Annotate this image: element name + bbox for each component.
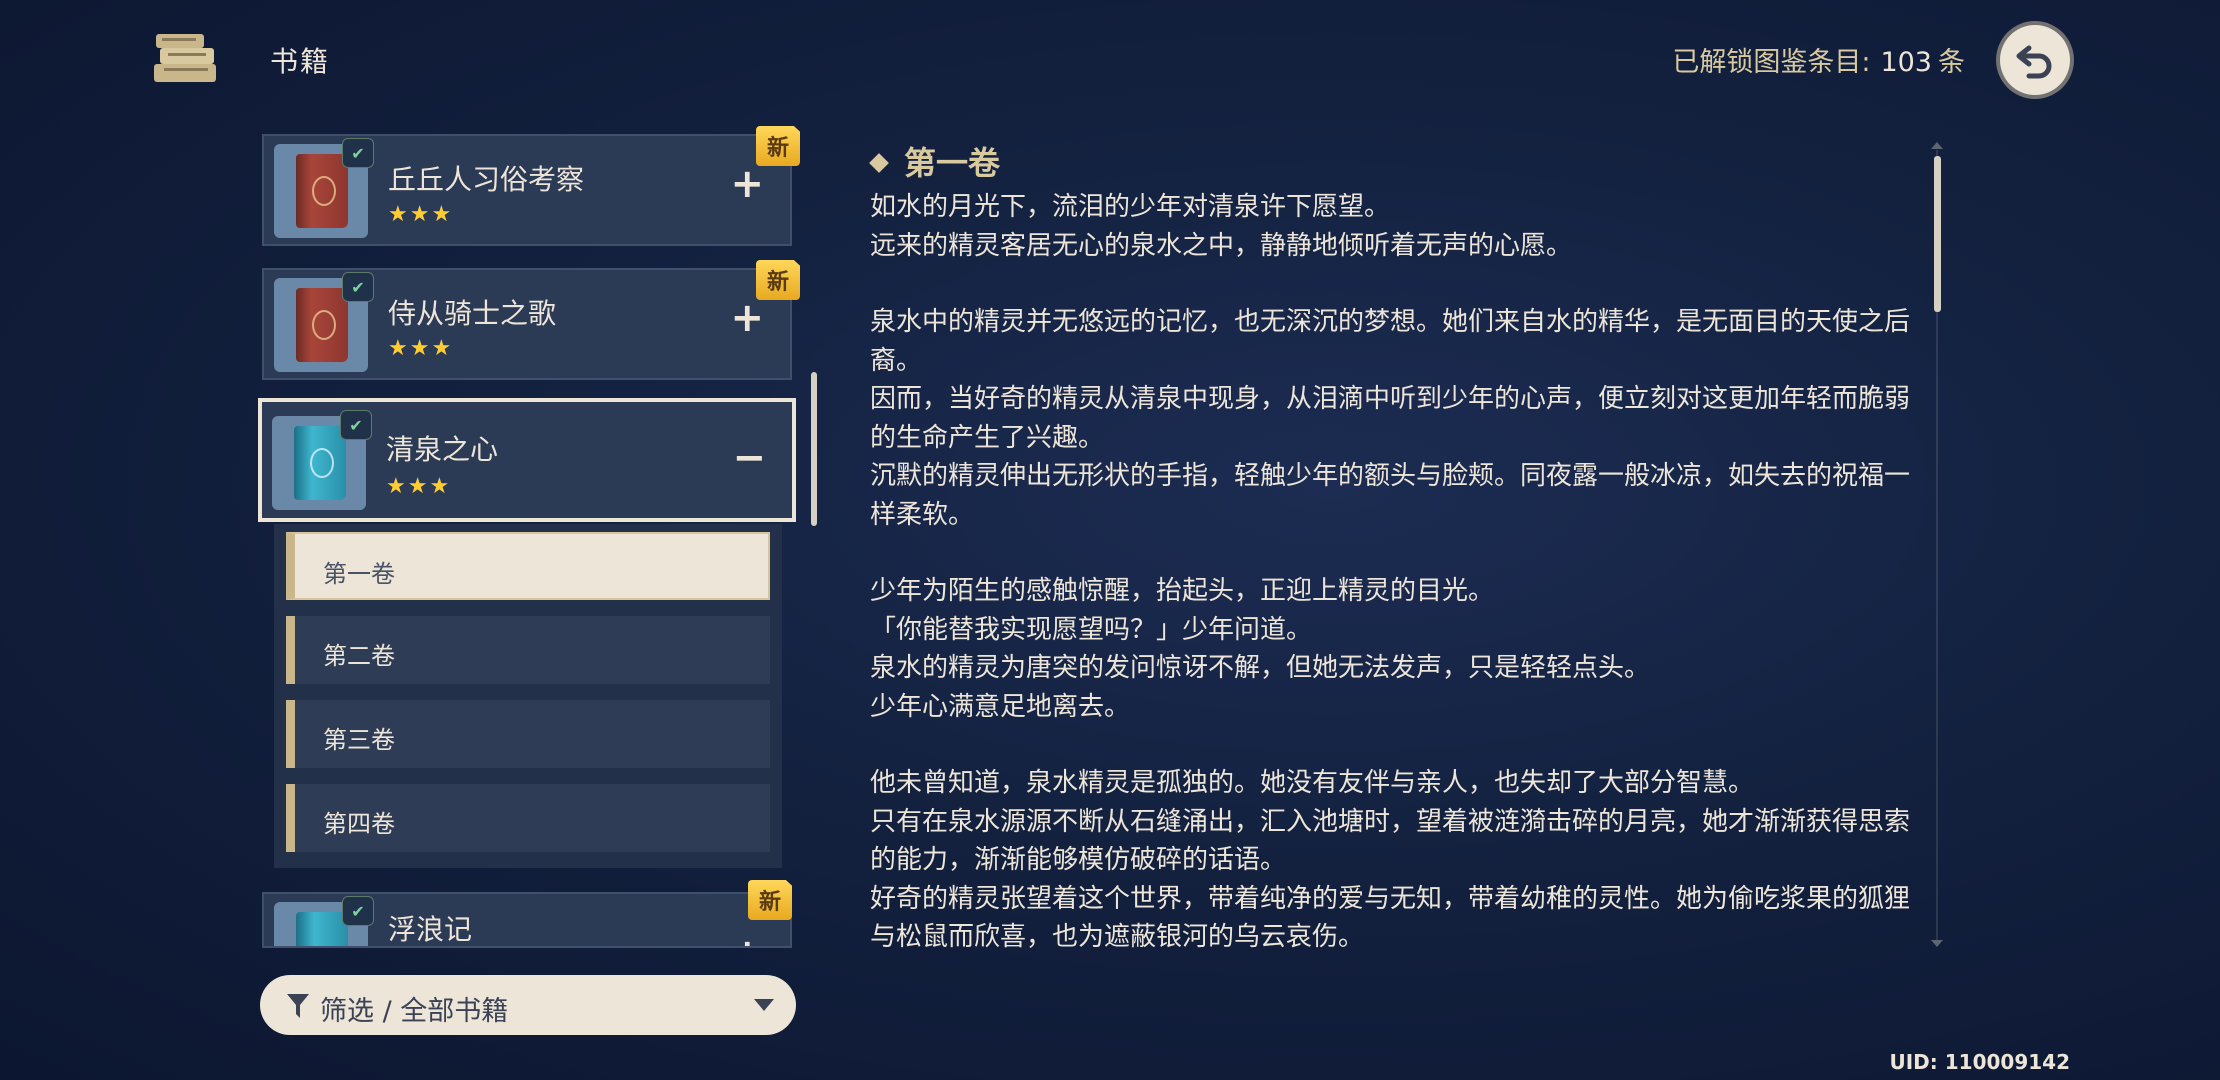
paragraph: 他未曾知道，泉水精灵是孤独的。她没有友伴与亲人，也失却了大部分智慧。 只有在泉水… — [870, 764, 1930, 948]
chevron-down-icon — [754, 999, 774, 1011]
rarity-stars: ★★★ — [388, 336, 454, 361]
scroll-up-icon — [1931, 142, 1943, 149]
filter-dropdown[interactable]: 筛选 / 全部书籍 — [260, 975, 796, 1035]
collapse-icon[interactable]: − — [732, 438, 766, 478]
paragraph: 泉水中的精灵并无悠远的记忆，也无深沉的梦想。她们来自水的精华，是无面目的天使之后… — [870, 303, 1930, 534]
paragraph: 如水的月光下，流泪的少年对清泉许下愿望。 远来的精灵客居无心的泉水之中，静静地倾… — [870, 188, 1930, 265]
volume-list: 第一卷 第二卷 第三卷 第四卷 — [274, 524, 782, 868]
text-line: 因而，当好奇的精灵从清泉中现身，从泪滴中听到少年的心声，便立刻对这更加年轻而脆弱… — [870, 384, 1911, 453]
volume-label: 第三卷 — [323, 726, 395, 754]
reader-title: 第一卷 — [869, 138, 1001, 184]
collected-check-icon: ✔ — [342, 138, 374, 168]
paragraph: 少年为陌生的感触惊醒，抬起头，正迎上精灵的目光。 「你能替我实现愿望吗？」少年问… — [870, 572, 1930, 726]
books-category-icon — [150, 30, 224, 92]
book-title: 浮浪记 — [388, 913, 473, 946]
volume-item[interactable]: 第四卷 — [286, 784, 770, 852]
rarity-stars: ★★★ — [388, 202, 454, 227]
volume-item[interactable]: 第三卷 — [286, 700, 770, 768]
rarity-stars: ★★★ — [386, 474, 452, 499]
text-line: 如水的月光下，流泪的少年对清泉许下愿望。 — [870, 192, 1391, 222]
book-item-selected[interactable]: ✔ 清泉之心 ★★★ − — [258, 398, 796, 522]
unlock-label: 已解锁图鉴条目: — [1672, 47, 1871, 78]
text-line: 少年心满意足地离去。 — [870, 691, 1131, 722]
unlocked-entries-counter: 已解锁图鉴条目: 103 条 — [1672, 40, 1965, 79]
back-button[interactable] — [2000, 25, 2070, 95]
back-arrow-icon — [2016, 45, 2052, 79]
text-line: 只有在泉水源源不断从石缝涌出，汇入池塘时，望着被涟漪击碎的月亮，她才渐渐获得思索… — [870, 806, 1911, 876]
expand-icon[interactable]: + — [730, 298, 764, 338]
reader-title-text: 第一卷 — [904, 144, 1001, 182]
new-badge: 新 — [748, 880, 792, 920]
book-item[interactable]: ✔ 浮浪记 + — [262, 892, 792, 948]
volume-label: 第二卷 — [323, 642, 395, 670]
page-title: 书籍 — [270, 45, 331, 78]
filter-label: 筛选 / 全部书籍 — [320, 996, 509, 1027]
diamond-icon — [869, 153, 889, 173]
filter-icon — [287, 994, 309, 1018]
text-line: 远来的精灵客居无心的泉水之中，静静地倾听着无声的心愿。 — [870, 230, 1573, 261]
book-item[interactable]: ✔ 丘丘人习俗考察 ★★★ + 新 — [262, 126, 800, 246]
book-list-scrollbar[interactable] — [811, 372, 817, 526]
collected-check-icon: ✔ — [340, 410, 372, 440]
text-line: 少年为陌生的感触惊醒，抬起头，正迎上精灵的目光。 — [870, 576, 1495, 606]
volume-label: 第一卷 — [323, 560, 395, 588]
volume-item[interactable]: 第二卷 — [286, 616, 770, 684]
book-title: 丘丘人习俗考察 — [388, 163, 585, 196]
new-badge: 新 — [756, 126, 800, 166]
unlock-count: 103 — [1880, 47, 1932, 78]
book-title: 侍从骑士之歌 — [388, 297, 557, 330]
text-line: 泉水中的精灵并无悠远的记忆，也无深沉的梦想。她们来自水的精华，是无面目的天使之后… — [870, 307, 1911, 376]
expand-icon[interactable]: + — [730, 934, 764, 946]
scroll-down-icon — [1931, 940, 1943, 947]
book-title: 清泉之心 — [386, 433, 499, 466]
expand-icon[interactable]: + — [730, 164, 764, 204]
text-line: 「你能替我实现愿望吗？」少年问道。 — [870, 614, 1313, 645]
book-item[interactable]: ✔ 侍从骑士之歌 ★★★ + 新 — [262, 260, 800, 380]
text-line: 好奇的精灵张望着这个世界，带着纯净的爱与无知，带着幼稚的灵性。她为偷吃浆果的狐狸… — [870, 883, 1911, 949]
text-line: 沉默的精灵伸出无形状的手指，轻触少年的额头与脸颊。同夜露一般冰凉，如失去的祝福一… — [870, 461, 1911, 530]
reader-text[interactable]: 如水的月光下，流泪的少年对清泉许下愿望。 远来的精灵客居无心的泉水之中，静静地倾… — [870, 188, 1930, 948]
text-line: 他未曾知道，泉水精灵是孤独的。她没有友伴与亲人，也失却了大部分智慧。 — [870, 768, 1755, 798]
reader-scrollbar-thumb[interactable] — [1934, 156, 1941, 312]
new-badge: 新 — [756, 260, 800, 300]
volume-label: 第四卷 — [323, 810, 395, 838]
uid-label: UID: 110009142 — [1889, 1050, 2071, 1074]
text-line: 泉水的精灵为唐突的发问惊讶不解，但她无法发声，只是轻轻点头。 — [870, 653, 1651, 683]
volume-item-selected[interactable]: 第一卷 — [286, 532, 770, 600]
unlock-unit: 条 — [1938, 47, 1965, 78]
collected-check-icon: ✔ — [342, 272, 374, 302]
collected-check-icon: ✔ — [342, 896, 374, 926]
